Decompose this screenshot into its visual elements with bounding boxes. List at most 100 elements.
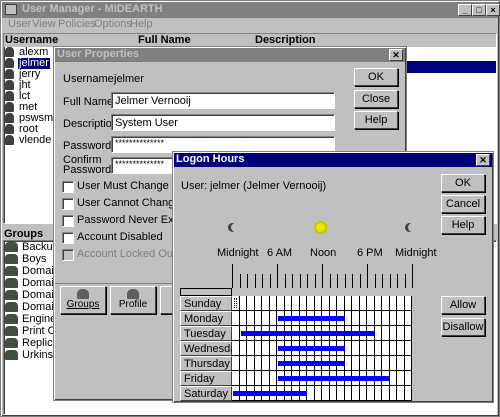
hour-cell[interactable] <box>352 386 360 401</box>
confirm-password-field[interactable]: ************** <box>111 157 173 174</box>
day-label[interactable]: Monday <box>180 311 232 326</box>
hour-cell[interactable] <box>262 371 270 386</box>
hour-cell[interactable] <box>247 296 255 311</box>
hour-cell[interactable] <box>404 356 412 371</box>
checkbox[interactable] <box>62 198 74 210</box>
hour-cell[interactable] <box>367 356 375 371</box>
hour-cell[interactable] <box>344 296 352 311</box>
hour-cell[interactable] <box>329 386 337 401</box>
logon-close-button[interactable]: ✕ <box>476 154 490 166</box>
hour-cell[interactable] <box>239 356 247 371</box>
menu-policies[interactable]: Policies <box>58 18 96 30</box>
props-ok-button[interactable]: OK <box>354 68 398 86</box>
menu-user[interactable]: User <box>8 18 31 30</box>
hour-cell[interactable] <box>382 341 390 356</box>
hour-cell[interactable] <box>254 296 262 311</box>
hour-cell[interactable] <box>277 296 285 311</box>
props-groups-button[interactable]: Groups <box>60 286 106 314</box>
hour-cell[interactable] <box>239 341 247 356</box>
hour-cell[interactable] <box>352 356 360 371</box>
hour-cell[interactable] <box>262 296 270 311</box>
menu-view[interactable]: View <box>32 18 56 30</box>
props-title-bar[interactable]: User Properties ✕ <box>55 48 405 62</box>
hour-cell[interactable] <box>389 296 397 311</box>
logon-cancel-button[interactable]: Cancel <box>441 195 485 213</box>
disallow-button[interactable]: Disallow <box>441 318 485 336</box>
hour-cell[interactable] <box>359 311 367 326</box>
hour-cell[interactable] <box>397 296 405 311</box>
logon-help-button[interactable]: Help <box>441 216 485 234</box>
props-close-dialog-button[interactable]: Close <box>354 90 398 108</box>
hour-cell[interactable] <box>367 311 375 326</box>
hour-cell[interactable] <box>404 311 412 326</box>
hour-cell[interactable] <box>352 296 360 311</box>
hour-cell[interactable] <box>389 371 397 386</box>
hour-cell[interactable] <box>247 341 255 356</box>
day-label[interactable]: Thursday <box>180 356 232 371</box>
hour-cell[interactable] <box>307 296 315 311</box>
hour-cell[interactable] <box>359 296 367 311</box>
hour-cell[interactable] <box>389 326 397 341</box>
hour-cell[interactable] <box>344 341 352 356</box>
hour-cell[interactable] <box>247 371 255 386</box>
hour-cell[interactable] <box>239 371 247 386</box>
props-checkbox-row[interactable]: Password Never Expires <box>62 214 197 231</box>
day-label[interactable]: Wednesday <box>180 341 242 356</box>
main-title-bar[interactable]: User Manager - MIDEARTH _ □ × <box>2 2 500 18</box>
hour-cell[interactable] <box>262 311 270 326</box>
hour-cell[interactable] <box>344 311 352 326</box>
hour-cell[interactable] <box>239 296 247 311</box>
hour-cell[interactable] <box>382 296 390 311</box>
hour-cell[interactable] <box>314 386 322 401</box>
hour-cell[interactable] <box>337 296 345 311</box>
minimize-button[interactable]: _ <box>458 4 472 16</box>
hour-cell[interactable] <box>307 386 315 401</box>
hour-cell[interactable] <box>404 326 412 341</box>
hour-cell[interactable] <box>232 326 240 341</box>
hour-cell[interactable] <box>314 296 322 311</box>
hour-cell[interactable] <box>397 326 405 341</box>
hour-cell[interactable] <box>239 311 247 326</box>
hour-cell[interactable] <box>322 296 330 311</box>
logon-ok-button[interactable]: OK <box>441 174 485 192</box>
day-label[interactable]: Saturday <box>180 386 232 401</box>
col-username[interactable]: Username <box>5 34 58 46</box>
fullname-field[interactable]: Jelmer Vernooij <box>111 92 335 109</box>
checkbox[interactable] <box>62 215 74 227</box>
hour-cell[interactable] <box>397 356 405 371</box>
hour-cell[interactable] <box>262 356 270 371</box>
col-description[interactable]: Description <box>255 34 316 46</box>
day-label[interactable]: Tuesday <box>180 326 232 341</box>
checkbox[interactable] <box>62 232 74 244</box>
hour-cell[interactable] <box>359 386 367 401</box>
hour-cell[interactable] <box>389 311 397 326</box>
hour-cell[interactable] <box>269 311 277 326</box>
logon-title-bar[interactable]: Logon Hours ✕ <box>174 153 492 167</box>
hour-cell[interactable] <box>232 341 240 356</box>
hour-cell[interactable] <box>254 356 262 371</box>
hour-cell[interactable] <box>344 356 352 371</box>
hour-cell[interactable] <box>397 371 405 386</box>
hour-cell[interactable] <box>374 296 382 311</box>
hour-cell[interactable] <box>299 296 307 311</box>
props-checkbox-row[interactable]: Account Disabled <box>62 231 182 248</box>
props-close-button[interactable]: ✕ <box>389 49 403 61</box>
hour-cell[interactable] <box>389 386 397 401</box>
hour-cell[interactable] <box>374 356 382 371</box>
hour-cell[interactable] <box>254 311 262 326</box>
hour-cell[interactable] <box>404 371 412 386</box>
hour-cell[interactable] <box>352 341 360 356</box>
hour-cell[interactable] <box>389 356 397 371</box>
hour-cell[interactable] <box>269 341 277 356</box>
hour-cell[interactable] <box>247 311 255 326</box>
hour-cell[interactable] <box>397 386 405 401</box>
hour-cell[interactable] <box>382 356 390 371</box>
hour-cell[interactable] <box>389 341 397 356</box>
select-all-corner[interactable] <box>180 288 232 296</box>
hour-cell[interactable] <box>232 371 240 386</box>
hour-cell[interactable] <box>269 371 277 386</box>
hour-cell[interactable] <box>232 356 240 371</box>
menu-options[interactable]: Options <box>94 18 132 30</box>
hour-cell[interactable] <box>284 296 292 311</box>
hour-cell[interactable] <box>374 386 382 401</box>
